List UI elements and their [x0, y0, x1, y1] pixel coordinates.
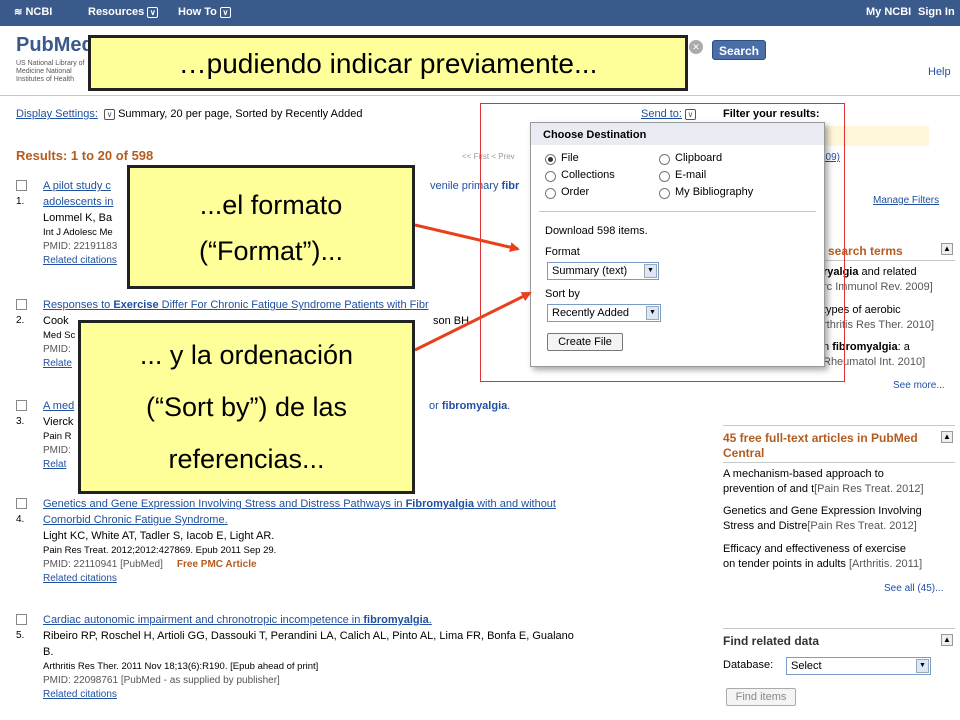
callout-sort: ... y la ordenación (“Sort by”) de las r…	[78, 320, 415, 494]
callout-previous: …pudiendo indicar previamente...	[88, 35, 688, 91]
arrow-to-format	[414, 223, 520, 253]
callout-line: ...el formato	[199, 190, 343, 220]
callout-line: ... y la ordenación	[139, 340, 354, 370]
callout-line: referencias...	[168, 444, 325, 474]
callout-format: ...el formato (“Format”)...	[127, 165, 415, 289]
arrow-to-sort	[414, 291, 532, 352]
callout-line: (“Format”)...	[199, 236, 343, 266]
callout-line: (“Sort by”) de las	[145, 392, 348, 422]
